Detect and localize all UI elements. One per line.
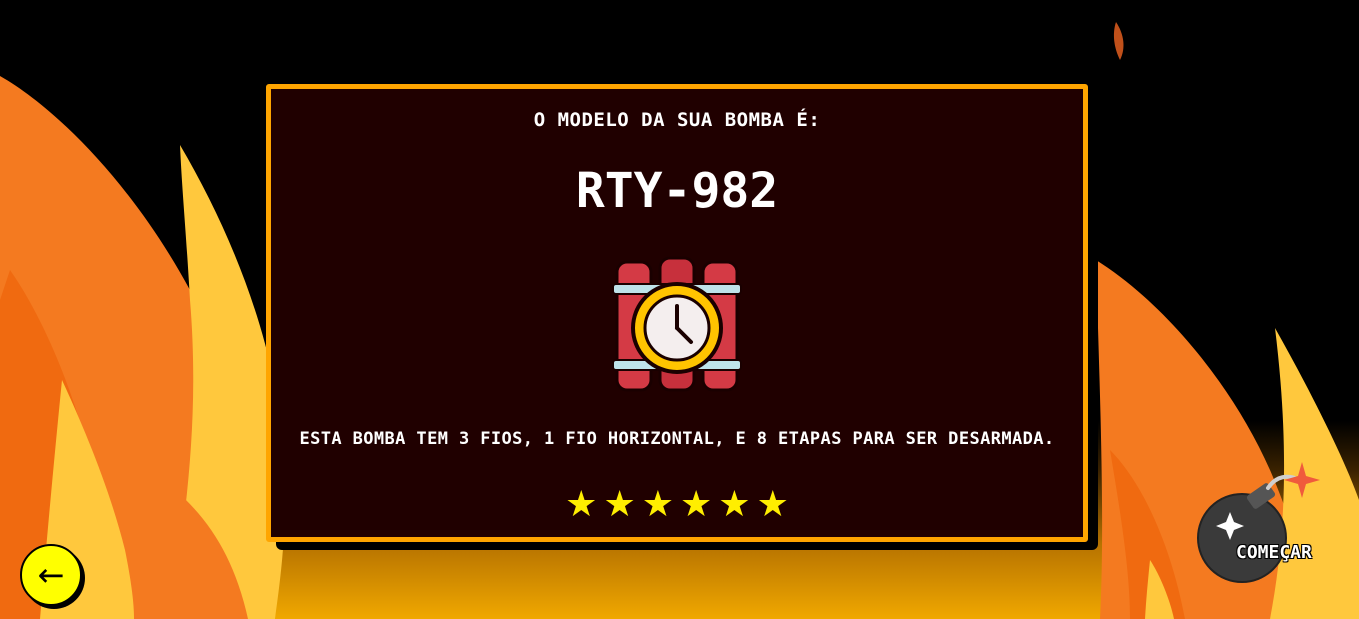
star-icon: ★ bbox=[718, 484, 751, 525]
ember bbox=[1113, 22, 1124, 60]
dynamite-clock-icon bbox=[612, 256, 742, 392]
star-icon: ★ bbox=[603, 484, 636, 525]
panel-heading: O MODELO DA SUA BOMBA É: bbox=[533, 109, 821, 131]
bomb-description: ESTA BOMBA TEM 3 FIOS, 1 FIO HORIZONTAL,… bbox=[299, 429, 1055, 449]
start-button[interactable]: COMEÇAR bbox=[1196, 462, 1336, 586]
star-icon: ★ bbox=[565, 484, 598, 525]
star-icon: ★ bbox=[680, 484, 713, 525]
back-button[interactable]: ← bbox=[20, 544, 82, 606]
difficulty-stars: ★ ★ ★ ★ ★ ★ bbox=[271, 485, 1083, 525]
star-icon: ★ bbox=[641, 484, 674, 525]
bomb-info-panel: O MODELO DA SUA BOMBA É: RTY-982 ESTA BO… bbox=[266, 84, 1088, 542]
star-icon: ★ bbox=[756, 484, 789, 525]
bomb-model-code: RTY-982 bbox=[575, 163, 779, 219]
bomb-icon bbox=[1197, 462, 1320, 583]
start-button-label: COMEÇAR bbox=[1236, 542, 1312, 563]
